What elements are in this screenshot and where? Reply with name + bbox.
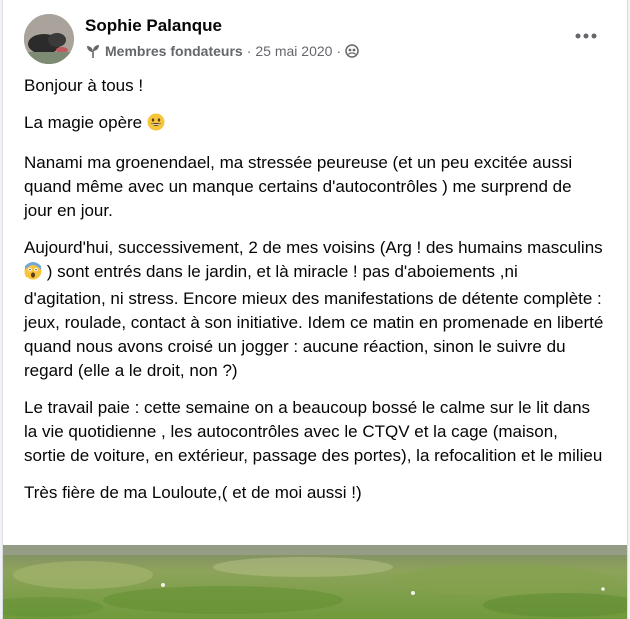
paragraph-proud: Très fière de ma Louloute,( et de moi au… bbox=[24, 483, 362, 502]
paragraph-greeting: Bonjour à tous ! bbox=[24, 76, 144, 95]
sprout-icon bbox=[85, 43, 101, 59]
members-audience-icon[interactable] bbox=[345, 44, 359, 58]
post-card: Sophie Palanque Membres fondateurs · 25 … bbox=[2, 0, 628, 619]
paragraph-today: Aujourd'hui, successivement, 2 de mes vo… bbox=[24, 238, 604, 380]
meta-separator-2: · bbox=[336, 43, 342, 59]
meta-separator: · bbox=[246, 43, 252, 59]
post-photo[interactable] bbox=[3, 545, 627, 619]
author-name[interactable]: Sophie Palanque bbox=[85, 16, 222, 36]
avatar[interactable] bbox=[24, 14, 74, 64]
paragraph-nanami: Nanami ma groenendael, ma stressée peure… bbox=[24, 153, 573, 220]
avatar-photo bbox=[24, 14, 74, 64]
more-options-icon[interactable] bbox=[571, 24, 601, 48]
post-meta: Membres fondateurs · 25 mai 2020 · bbox=[85, 43, 359, 59]
paragraph-work: Le travail paie : cette semaine on a bea… bbox=[24, 398, 603, 465]
face-screaming-emoji bbox=[24, 262, 42, 287]
member-role-badge[interactable]: Membres fondateurs bbox=[105, 43, 243, 59]
post-text: Bonjour à tous ! La magie opère Nanami m… bbox=[24, 74, 604, 518]
grinning-face-emoji bbox=[147, 113, 165, 138]
post-date[interactable]: 25 mai 2020 bbox=[255, 43, 332, 59]
paragraph-magic: La magie opère bbox=[24, 111, 604, 138]
